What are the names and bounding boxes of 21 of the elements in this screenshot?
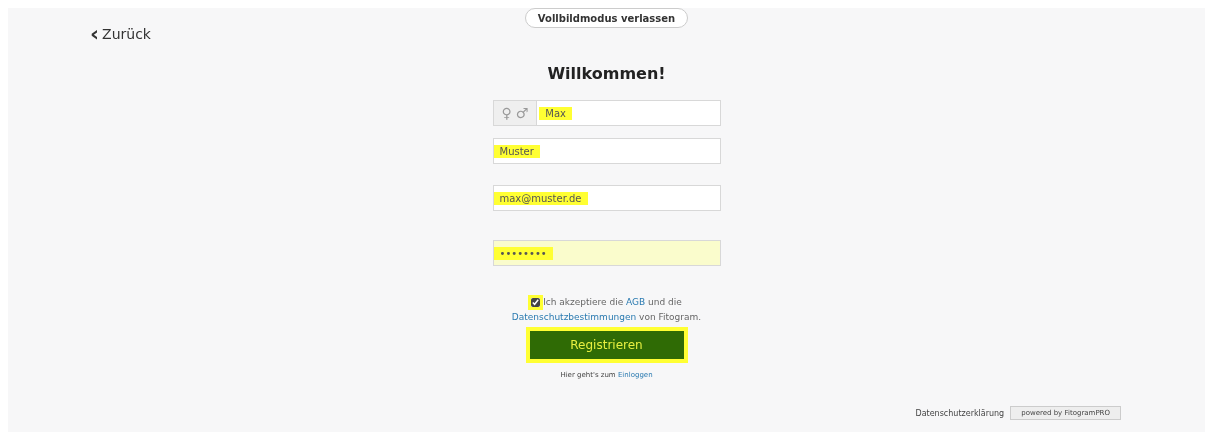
consent-link[interactable]: Datenschutzbestimmungen (511, 312, 637, 322)
field-value: Muster (493, 144, 540, 158)
input-field[interactable]: Muster (492, 138, 721, 164)
consent-checkbox[interactable] (531, 298, 541, 307)
gender-symbol: ♀ (501, 105, 512, 121)
password-field[interactable]: •••••••• (492, 240, 721, 266)
exit-fullscreen-button[interactable]: Vollbildmodus verlassen (524, 8, 689, 28)
input-field[interactable]: ♀ ♂ Max (492, 100, 721, 126)
gender-symbol: ♂ (515, 105, 529, 121)
privacy-link[interactable]: Datenschutzerklärung (915, 408, 1005, 418)
consent-text: Ich akzeptiere die AGB und die (543, 296, 682, 309)
back-label: Zurück (102, 26, 151, 42)
field-value: •••••••• (493, 246, 553, 260)
consent-text: Datenschutzbestimmungen von Fitogram. (511, 311, 702, 324)
field-value: Max (539, 106, 572, 120)
back-link[interactable]: ‹Zurück (90, 26, 151, 42)
welcome-title: Willkommen! (547, 64, 666, 83)
consent-link[interactable]: AGB (626, 297, 646, 307)
field-value: max@muster.de (493, 191, 588, 205)
input-field[interactable]: max@muster.de (492, 185, 721, 211)
chevron-left-icon: ‹ (90, 27, 100, 41)
